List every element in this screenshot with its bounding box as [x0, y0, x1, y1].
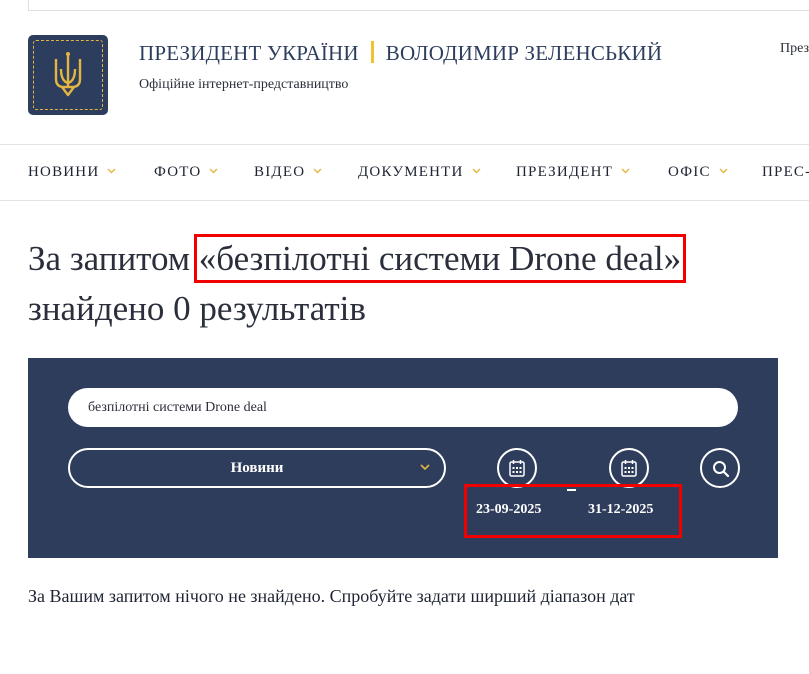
- chevron-down-icon: [472, 168, 481, 174]
- date-range-highlight: [464, 484, 682, 538]
- search-query-highlight: «безпілотні системи Drone deal»: [193, 234, 687, 283]
- search-button[interactable]: [700, 448, 740, 488]
- site-title-president: ПРЕЗИДЕНТ УКРАЇНИ: [139, 41, 359, 65]
- chevron-down-icon: [209, 168, 218, 174]
- header-right-link[interactable]: През: [780, 41, 809, 57]
- search-icon: [713, 461, 730, 478]
- logo[interactable]: [28, 35, 108, 115]
- no-results-message: За Вашим запитом нічого не знайдено. Спр…: [28, 586, 635, 606]
- date-to-calendar-button[interactable]: [609, 448, 649, 488]
- nav-item-office[interactable]: ОФІС: [668, 164, 728, 181]
- trident-emblem-icon: [54, 52, 82, 97]
- heading-result-count: знайдено 0 результатів: [28, 289, 366, 328]
- chevron-down-icon: [313, 168, 322, 174]
- nav-item-press[interactable]: ПРЕС-: [762, 164, 809, 181]
- category-select-value: Новини: [230, 460, 284, 476]
- chevron-down-icon: [621, 168, 630, 174]
- page-title: За запитом «безпілотні системи Drone dea…: [28, 234, 798, 334]
- nav-divider: [0, 200, 809, 201]
- chevron-down-icon: [719, 168, 728, 174]
- search-panel: Новини 23-09-2025 31-12-2025: [28, 358, 778, 558]
- site-title-name: ВОЛОДИМИР ЗЕЛЕНСЬКИЙ: [385, 41, 663, 65]
- nav-item-president[interactable]: ПРЕЗИДЕНТ: [516, 164, 630, 181]
- calendar-icon: [621, 460, 637, 477]
- nav-item-label: ОФІС: [668, 164, 711, 180]
- nav-item-news[interactable]: НОВИНИ: [28, 164, 116, 181]
- chevron-down-icon: [107, 168, 116, 174]
- category-select[interactable]: Новини: [68, 448, 446, 488]
- site-subtitle: Офіційне інтернет-представництво: [139, 77, 349, 92]
- calendar-icon: [509, 460, 525, 477]
- top-bar-frame: [28, 0, 809, 11]
- nav-item-label: ФОТО: [154, 164, 202, 180]
- site-title[interactable]: ПРЕЗИДЕНТ УКРАЇНИ ВОЛОДИМИР ЗЕЛЕНСЬКИЙ: [139, 41, 662, 66]
- chevron-down-icon: [420, 464, 430, 471]
- title-separator: [370, 41, 374, 63]
- nav-item-photo[interactable]: ФОТО: [154, 164, 218, 181]
- date-from-calendar-button[interactable]: [497, 448, 537, 488]
- nav-item-label: ПРЕС-: [762, 164, 809, 180]
- nav-item-video[interactable]: ВІДЕО: [254, 164, 322, 181]
- nav-item-documents[interactable]: ДОКУМЕНТИ: [358, 164, 481, 181]
- nav-item-label: ПРЕЗИДЕНТ: [516, 164, 614, 180]
- search-input[interactable]: [68, 388, 738, 427]
- nav-item-label: ДОКУМЕНТИ: [358, 164, 464, 180]
- header-divider: [0, 144, 809, 145]
- nav-item-label: НОВИНИ: [28, 164, 100, 180]
- heading-prefix: За запитом: [28, 239, 190, 278]
- nav-item-label: ВІДЕО: [254, 164, 306, 180]
